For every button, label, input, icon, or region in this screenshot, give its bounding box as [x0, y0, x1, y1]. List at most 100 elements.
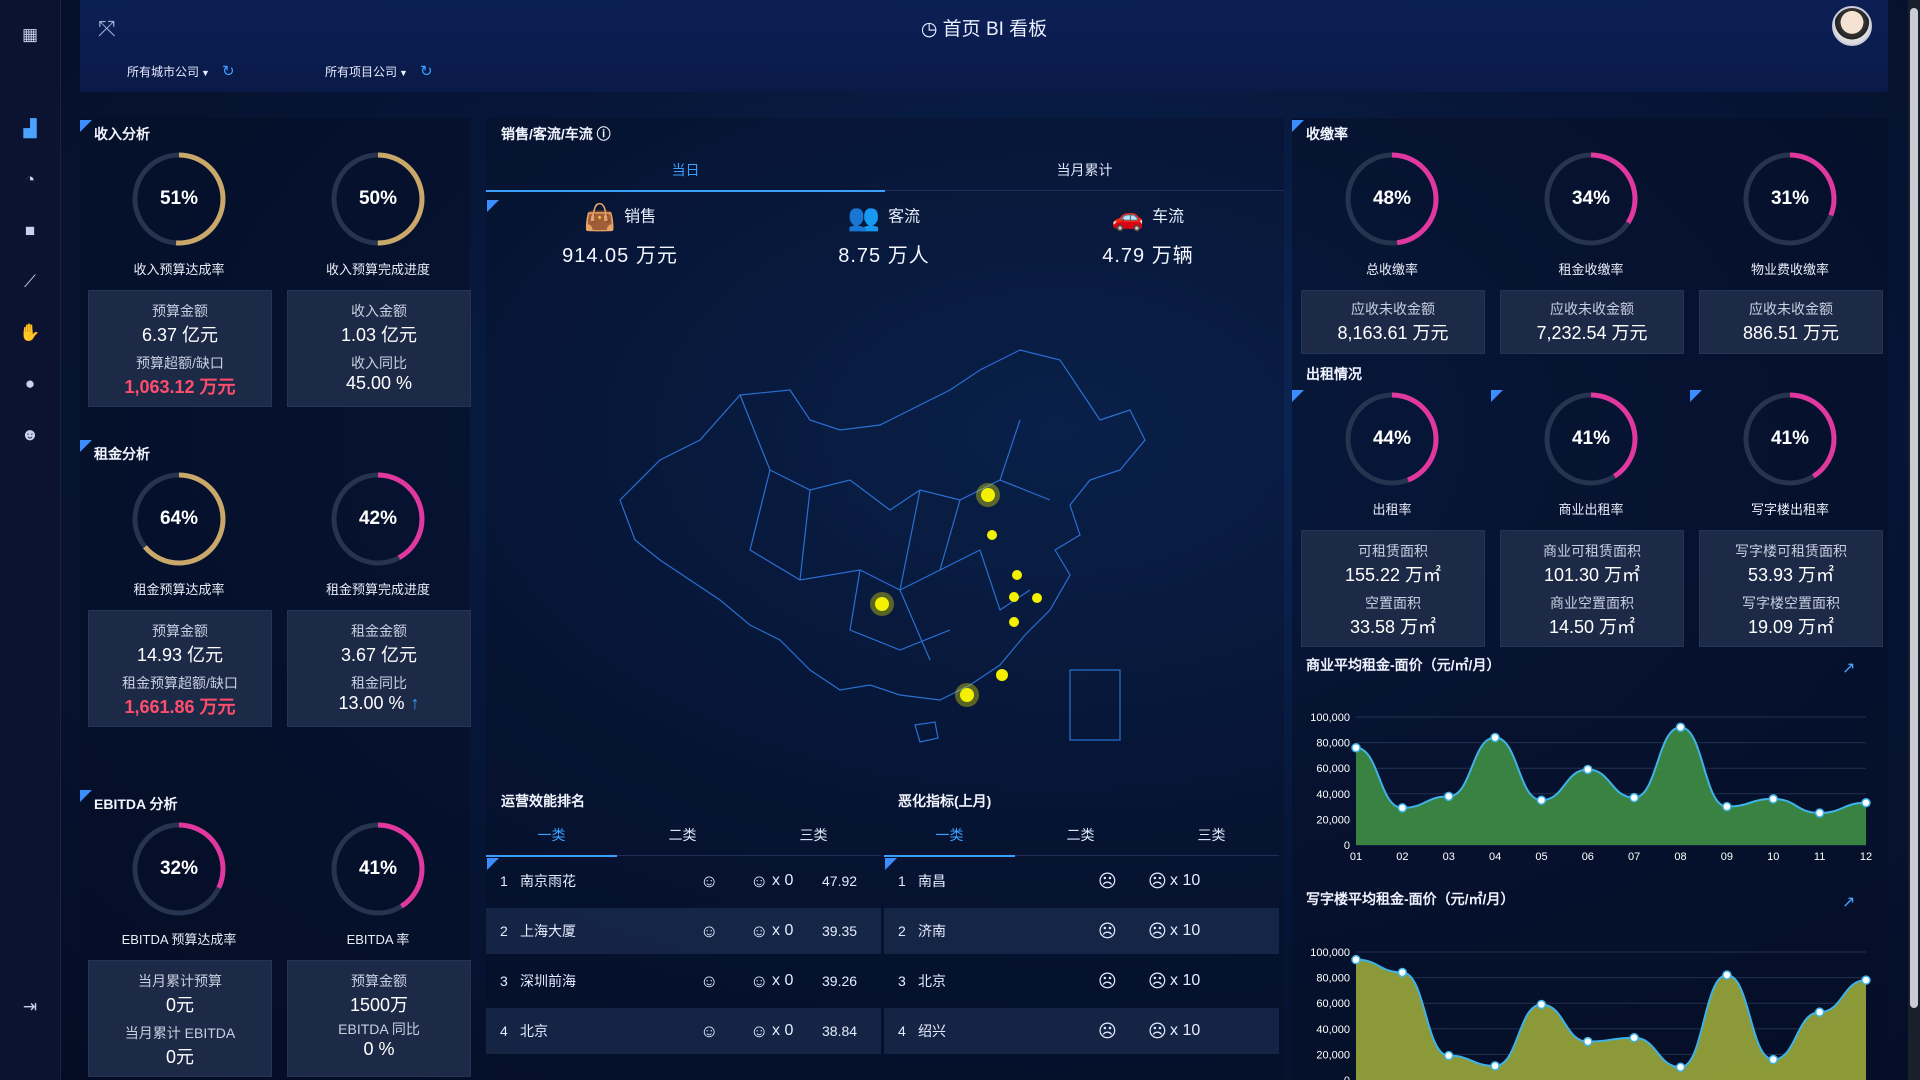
gauge-value: 41%	[358, 858, 398, 879]
x-tick-label: 06	[1582, 851, 1594, 863]
page-title-text: 首页 BI 看板	[942, 19, 1048, 40]
ranking-row[interactable]: 2 上海大厦 ☺ ☺ x 0 39.35	[486, 908, 881, 954]
worsen-title: 恶化指标(上月)	[898, 793, 992, 809]
lease-card: 写字楼可租赁面积 53.93 万㎡ 写字楼空置面积 19.09 万㎡	[1699, 530, 1883, 647]
avatar[interactable]	[1832, 6, 1872, 46]
smile-icon: ☺	[700, 871, 719, 891]
tab-class-2[interactable]: 二类	[1015, 815, 1146, 855]
city-filter[interactable]: 所有城市公司 ▼ ↻	[127, 62, 235, 80]
data-point	[1536, 999, 1547, 1010]
y-tick-label: 0	[1344, 1075, 1350, 1080]
ranking-row[interactable]: 3 深圳前海 ☺ ☺ x 0 39.26	[486, 958, 881, 1004]
gauge-value: 32%	[159, 858, 199, 879]
tab-today[interactable]: 当日	[486, 150, 885, 192]
row-count: x 10	[1170, 922, 1201, 939]
corner-marker	[1491, 390, 1503, 402]
data-point	[1583, 764, 1593, 775]
refresh-icon[interactable]: ↻	[420, 63, 433, 80]
logout-icon[interactable]: ⇥	[0, 992, 60, 1022]
data-point	[1397, 803, 1408, 813]
scrollbar[interactable]	[1908, 0, 1920, 1080]
pie-chart-icon[interactable]: ◔	[0, 165, 60, 195]
caret-down-icon: ▼	[201, 68, 210, 78]
hand-coin-icon[interactable]: ✋	[0, 318, 60, 348]
tab-class-2[interactable]: 二类	[617, 815, 748, 855]
bag-icon[interactable]: ■	[0, 216, 60, 246]
row-name: 北京	[520, 1023, 548, 1039]
ranking-row[interactable]: 4 北京 ☺ ☺ x 0 38.84	[486, 1008, 881, 1054]
card-value: 0 %	[363, 1039, 395, 1059]
card-key: 预算金额	[351, 973, 407, 989]
smile-icon: ☺	[700, 971, 719, 991]
share-icon[interactable]: ↗	[1842, 892, 1855, 912]
help-icon[interactable]: ⓘ	[597, 126, 611, 142]
x-tick-label: 01	[1350, 851, 1362, 863]
center-title-text: 销售/客流/车流	[501, 126, 593, 142]
commercial-rent-chart-title: 商业平均租金-面价（元/㎡/月）	[1306, 657, 1501, 673]
tab-class-1[interactable]: 一类	[884, 815, 1015, 857]
center-tabs: 当日 当月累计	[486, 150, 1284, 192]
kpi-value: 8.75 万人	[838, 245, 930, 267]
card-value: 886.51 万元	[1742, 323, 1840, 343]
gauge-value: 48%	[1372, 188, 1412, 209]
income-title: 收入分析	[94, 126, 150, 142]
frown-icon: ☹	[1148, 921, 1167, 941]
tab-class-3[interactable]: 三类	[748, 815, 879, 855]
project-filter[interactable]: 所有项目公司 ▼ ↻	[325, 62, 433, 80]
smile-icon: ☺	[750, 1021, 769, 1041]
gauge-label: 出租率	[1372, 502, 1412, 517]
card-value: 3.67 亿元	[340, 645, 418, 665]
row-count: x 0	[772, 1022, 794, 1039]
line-chart-icon[interactable]: ⟋	[0, 267, 60, 297]
corner-marker	[1292, 390, 1304, 402]
card-value: 1.03 亿元	[340, 325, 418, 345]
row-rank: 4	[898, 1023, 906, 1039]
data-point	[1722, 970, 1732, 980]
gauge-value: 34%	[1571, 188, 1611, 209]
corner-marker	[1292, 120, 1304, 132]
caret-down-icon: ▼	[399, 68, 408, 78]
map-marker	[875, 597, 889, 611]
card-key: 租金预算超额/缺口	[122, 675, 238, 691]
scrollbar-thumb[interactable]	[1910, 8, 1918, 1008]
kpi-value: 914.05 万元	[562, 245, 678, 267]
y-tick-label: 60,000	[1316, 763, 1350, 775]
worsen-row[interactable]: 2 济南 ☹ ☹ x 10	[884, 908, 1279, 954]
row-count: x 0	[772, 872, 794, 889]
bar-chart-icon[interactable]: ▟	[0, 114, 60, 144]
collect-card: 应收未收金额 7,232.54 万元	[1500, 290, 1684, 354]
map-marker	[1012, 570, 1022, 580]
apps-grid-icon[interactable]: ▦	[0, 20, 60, 50]
ebitda-amount-card: 预算金额 1500万 EBITDA 同比 0 %	[287, 960, 471, 1077]
gauge-value: 41%	[1571, 428, 1611, 449]
tab-class-1[interactable]: 一类	[486, 815, 617, 857]
income-budget-card: 预算金额 6.37 亿元 预算超额/缺口 1,063.12 万元	[88, 290, 272, 407]
gauge-value: 41%	[1770, 428, 1810, 449]
chat-icon[interactable]: ●	[0, 369, 60, 399]
y-tick-label: 80,000	[1316, 738, 1350, 750]
smile-icon: ☺	[700, 1021, 719, 1041]
car-icon: 🚗	[1111, 202, 1145, 232]
card-value: 14.93 亿元	[136, 645, 224, 665]
worsen-row[interactable]: 1 南昌 ☹ ☹ x 10	[884, 858, 1279, 904]
row-rank: 2	[500, 923, 508, 939]
card-key: 收入金额	[351, 303, 407, 319]
row-rank: 4	[500, 1023, 508, 1039]
share-icon[interactable]: ↗	[1842, 658, 1855, 678]
tab-class-3[interactable]: 三类	[1146, 815, 1277, 855]
x-tick-label: 07	[1628, 851, 1640, 863]
worsen-row[interactable]: 3 北京 ☹ ☹ x 10	[884, 958, 1279, 1004]
card-key: EBITDA 同比	[338, 1021, 420, 1037]
lease-title: 出租情况	[1306, 366, 1362, 382]
data-point	[1397, 967, 1408, 978]
refresh-icon[interactable]: ↻	[222, 63, 235, 80]
map-marker	[987, 530, 997, 540]
gauge-rent-progress: 42%	[330, 471, 426, 567]
card-key: 预算金额	[152, 303, 208, 319]
row-count: x 10	[1170, 972, 1201, 989]
users-icon[interactable]: ☻	[0, 420, 60, 450]
tab-month[interactable]: 当月累计	[885, 150, 1284, 190]
ranking-row[interactable]: 1 南京雨花 ☺ ☺ x 0 47.92	[486, 858, 881, 904]
gauge-value: 42%	[358, 508, 398, 529]
worsen-row[interactable]: 4 绍兴 ☹ ☹ x 10	[884, 1008, 1279, 1054]
